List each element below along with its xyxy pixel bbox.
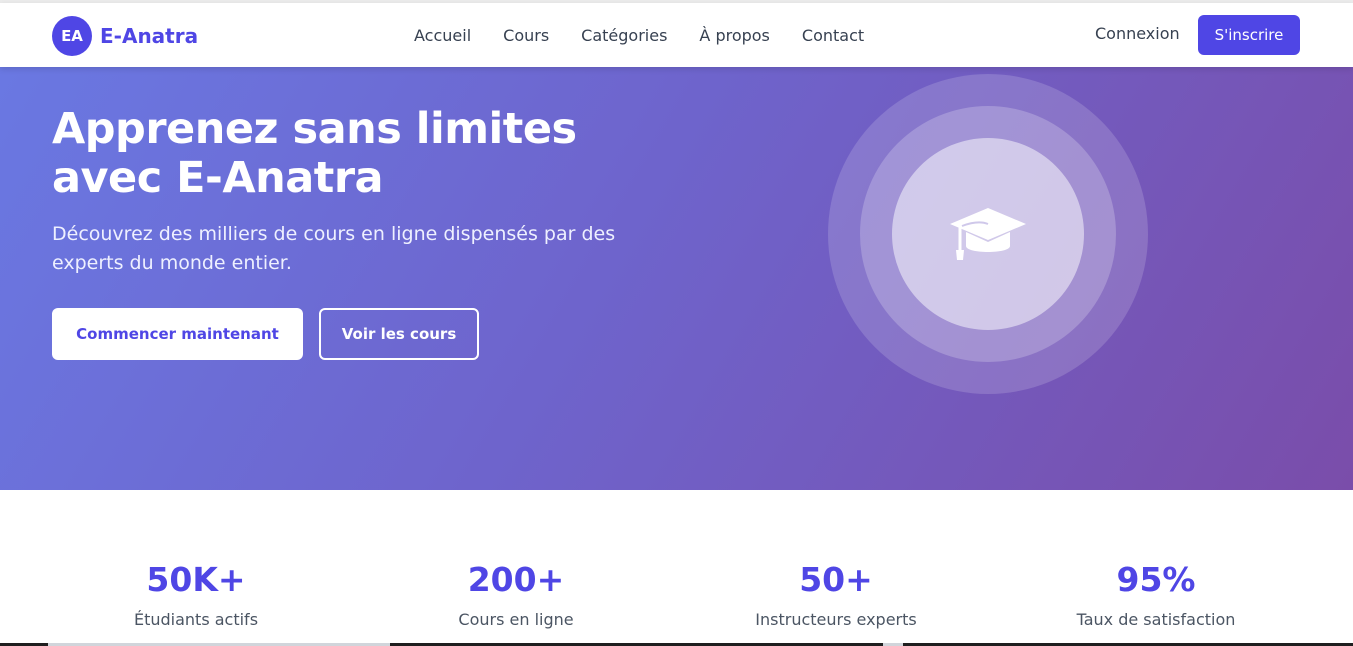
login-link[interactable]: Connexion: [1095, 24, 1180, 43]
nav-link-a-propos[interactable]: À propos: [699, 26, 769, 45]
signup-button[interactable]: S'inscrire: [1198, 15, 1300, 55]
nav-link-cours[interactable]: Cours: [503, 26, 549, 45]
hero-subtitle: Découvrez des milliers de cours en ligne…: [52, 223, 616, 274]
stat-label: Cours en ligne: [458, 610, 574, 629]
hero-section: Apprenez sans limites avec E-Anatra Déco…: [0, 67, 1353, 490]
illustration-ring: [860, 106, 1116, 362]
nav-link-contact[interactable]: Contact: [802, 26, 864, 45]
stat-value: 50+: [799, 560, 873, 599]
main-nav: Accueil Cours Catégories À propos Contac…: [398, 3, 880, 67]
logo-badge: EA: [52, 16, 92, 56]
stat-satisfaction: 95% Taux de satisfaction: [1006, 560, 1306, 629]
graduation-cap-icon: [950, 208, 1026, 260]
stat-label: Taux de satisfaction: [1076, 610, 1236, 629]
hero-title: Apprenez sans limites avec E-Anatra: [52, 104, 577, 203]
navbar: EA E-Anatra Accueil Cours Catégories À p…: [0, 3, 1353, 67]
start-now-button[interactable]: Commencer maintenant: [52, 308, 303, 360]
stat-value: 50K+: [146, 560, 246, 599]
stats-section: 50K+ Étudiants actifs 200+ Cours en lign…: [0, 490, 1353, 646]
stat-students: 50K+ Étudiants actifs: [46, 560, 346, 629]
stat-value: 200+: [467, 560, 565, 599]
illustration-core: [892, 138, 1084, 330]
brand-logo[interactable]: EA E-Anatra: [52, 16, 198, 56]
view-courses-button[interactable]: Voir les cours: [319, 308, 479, 360]
stat-value: 95%: [1116, 560, 1196, 599]
nav-link-accueil[interactable]: Accueil: [414, 26, 471, 45]
stat-courses: 200+ Cours en ligne: [366, 560, 666, 629]
hero-illustration: [828, 74, 1148, 394]
stat-instructors: 50+ Instructeurs experts: [686, 560, 986, 629]
stat-label: Instructeurs experts: [755, 610, 917, 629]
brand-name: E-Anatra: [100, 24, 199, 48]
stat-label: Étudiants actifs: [133, 610, 259, 629]
nav-link-categories[interactable]: Catégories: [581, 26, 667, 45]
